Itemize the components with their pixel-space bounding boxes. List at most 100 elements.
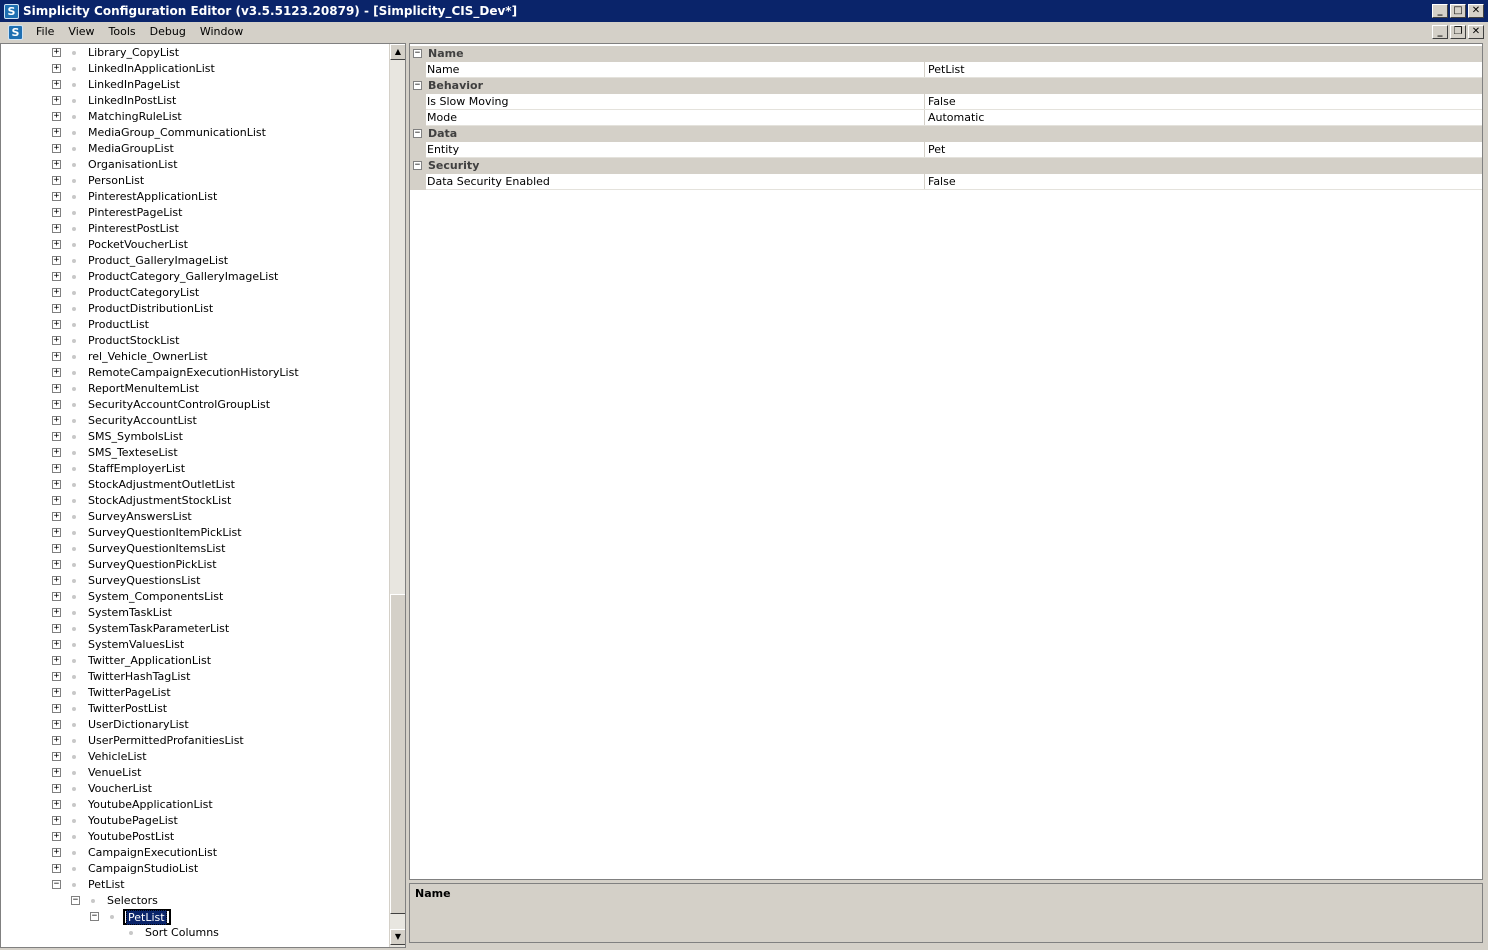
prop-category-behavior[interactable]: − Behavior: [410, 78, 1482, 94]
expand-icon[interactable]: +: [52, 192, 61, 201]
expand-icon[interactable]: +: [52, 832, 61, 841]
tree-node[interactable]: + UserDictionaryList: [1, 717, 389, 733]
menu-view[interactable]: View: [61, 22, 101, 42]
expand-icon[interactable]: +: [52, 416, 61, 425]
expand-icon[interactable]: +: [52, 496, 61, 505]
tree-node[interactable]: + ProductCategory_GalleryImageList: [1, 269, 389, 285]
tree-node-selectors[interactable]: − Selectors: [1, 893, 389, 909]
expand-icon[interactable]: +: [52, 144, 61, 153]
expand-icon[interactable]: +: [52, 368, 61, 377]
expand-icon[interactable]: +: [52, 208, 61, 217]
prop-category-name[interactable]: − Name: [410, 46, 1482, 62]
tree-vertical-scrollbar[interactable]: ▲ ▼: [389, 44, 405, 947]
scroll-up-icon[interactable]: ▲: [390, 44, 405, 60]
expand-icon[interactable]: +: [52, 512, 61, 521]
expand-icon[interactable]: +: [52, 816, 61, 825]
expand-icon[interactable]: +: [52, 784, 61, 793]
expand-icon[interactable]: +: [52, 752, 61, 761]
tree-node[interactable]: + SystemValuesList: [1, 637, 389, 653]
property-value[interactable]: Automatic: [928, 110, 984, 126]
tree-node[interactable]: + StockAdjustmentOutletList: [1, 477, 389, 493]
minimize-button[interactable]: _: [1432, 4, 1448, 18]
expand-icon[interactable]: +: [52, 672, 61, 681]
mdi-close-button[interactable]: ✕: [1468, 25, 1484, 39]
tree-node[interactable]: + YoutubePostList: [1, 829, 389, 845]
column-divider[interactable]: [924, 62, 925, 78]
tree-node[interactable]: + YoutubeApplicationList: [1, 797, 389, 813]
expand-icon[interactable]: +: [52, 720, 61, 729]
tree-node[interactable]: + TwitterPageList: [1, 685, 389, 701]
tree-node[interactable]: + VoucherList: [1, 781, 389, 797]
expand-icon[interactable]: +: [52, 848, 61, 857]
tree-node[interactable]: + PocketVoucherList: [1, 237, 389, 253]
expand-icon[interactable]: +: [52, 48, 61, 57]
collapse-icon[interactable]: −: [71, 896, 80, 905]
property-value[interactable]: Pet: [928, 142, 945, 158]
collapse-icon[interactable]: −: [413, 81, 422, 90]
tree-node[interactable]: + Twitter_ApplicationList: [1, 653, 389, 669]
maximize-button[interactable]: □: [1450, 4, 1466, 18]
expand-icon[interactable]: +: [52, 736, 61, 745]
expand-icon[interactable]: +: [52, 64, 61, 73]
tree-node[interactable]: + UserPermittedProfanitiesList: [1, 733, 389, 749]
expand-icon[interactable]: +: [52, 864, 61, 873]
expand-icon[interactable]: +: [52, 240, 61, 249]
tree-node[interactable]: + SurveyQuestionItemsList: [1, 541, 389, 557]
tree-node[interactable]: + MatchingRuleList: [1, 109, 389, 125]
expand-icon[interactable]: +: [52, 176, 61, 185]
tree-node[interactable]: + PinterestApplicationList: [1, 189, 389, 205]
expand-icon[interactable]: +: [52, 336, 61, 345]
prop-row-mode[interactable]: Mode Automatic: [410, 110, 1482, 126]
tree-node-selector-petlist[interactable]: − PetList: [1, 909, 389, 925]
expand-icon[interactable]: +: [52, 656, 61, 665]
tree-node[interactable]: + PinterestPostList: [1, 221, 389, 237]
tree-node[interactable]: + Product_GalleryImageList: [1, 253, 389, 269]
tree-node[interactable]: + PinterestPageList: [1, 205, 389, 221]
tree-node[interactable]: + TwitterPostList: [1, 701, 389, 717]
expand-icon[interactable]: +: [52, 800, 61, 809]
column-divider[interactable]: [924, 94, 925, 110]
prop-row-data-security-enabled[interactable]: Data Security Enabled False: [410, 174, 1482, 190]
prop-row-name[interactable]: Name PetList: [410, 62, 1482, 78]
tree-node[interactable]: + SurveyQuestionsList: [1, 573, 389, 589]
scrollbar-thumb[interactable]: [390, 594, 405, 914]
tree-node[interactable]: + OrganisationList: [1, 157, 389, 173]
collapse-icon[interactable]: −: [90, 912, 99, 921]
expand-icon[interactable]: +: [52, 560, 61, 569]
tree-node[interactable]: + VehicleList: [1, 749, 389, 765]
expand-icon[interactable]: +: [52, 160, 61, 169]
tree-node[interactable]: + LinkedInPostList: [1, 93, 389, 109]
expand-icon[interactable]: +: [52, 528, 61, 537]
menu-file[interactable]: File: [29, 22, 61, 42]
expand-icon[interactable]: +: [52, 272, 61, 281]
tree-node[interactable]: + ProductDistributionList: [1, 301, 389, 317]
expand-icon[interactable]: +: [52, 352, 61, 361]
expand-icon[interactable]: +: [52, 624, 61, 633]
property-grid[interactable]: − Name Name PetList − Behavior Is Slow M…: [409, 43, 1483, 880]
tree-node[interactable]: + SMS_SymbolsList: [1, 429, 389, 445]
tree-node[interactable]: + ReportMenuItemList: [1, 381, 389, 397]
column-divider[interactable]: [924, 174, 925, 190]
expand-icon[interactable]: +: [52, 320, 61, 329]
tree-node[interactable]: + StaffEmployerList: [1, 461, 389, 477]
tree-node[interactable]: + TwitterHashTagList: [1, 669, 389, 685]
collapse-icon[interactable]: −: [413, 129, 422, 138]
expand-icon[interactable]: +: [52, 112, 61, 121]
close-button[interactable]: ✕: [1468, 4, 1484, 18]
tree-node[interactable]: + SurveyQuestionItemPickList: [1, 525, 389, 541]
tree-node[interactable]: + ProductStockList: [1, 333, 389, 349]
collapse-icon[interactable]: −: [52, 880, 61, 889]
expand-icon[interactable]: +: [52, 224, 61, 233]
expand-icon[interactable]: +: [52, 464, 61, 473]
tree-node[interactable]: + MediaGroupList: [1, 141, 389, 157]
property-value[interactable]: False: [928, 174, 956, 190]
prop-category-data[interactable]: − Data: [410, 126, 1482, 142]
prop-row-is-slow-moving[interactable]: Is Slow Moving False: [410, 94, 1482, 110]
tree-node[interactable]: + CampaignExecutionList: [1, 845, 389, 861]
mdi-restore-button[interactable]: ❐: [1450, 25, 1466, 39]
column-divider[interactable]: [924, 110, 925, 126]
tree-node[interactable]: + SystemTaskParameterList: [1, 621, 389, 637]
tree-node-label-selected[interactable]: PetList: [126, 910, 167, 925]
tree-node[interactable]: + RemoteCampaignExecutionHistoryList: [1, 365, 389, 381]
tree-node[interactable]: + PersonList: [1, 173, 389, 189]
